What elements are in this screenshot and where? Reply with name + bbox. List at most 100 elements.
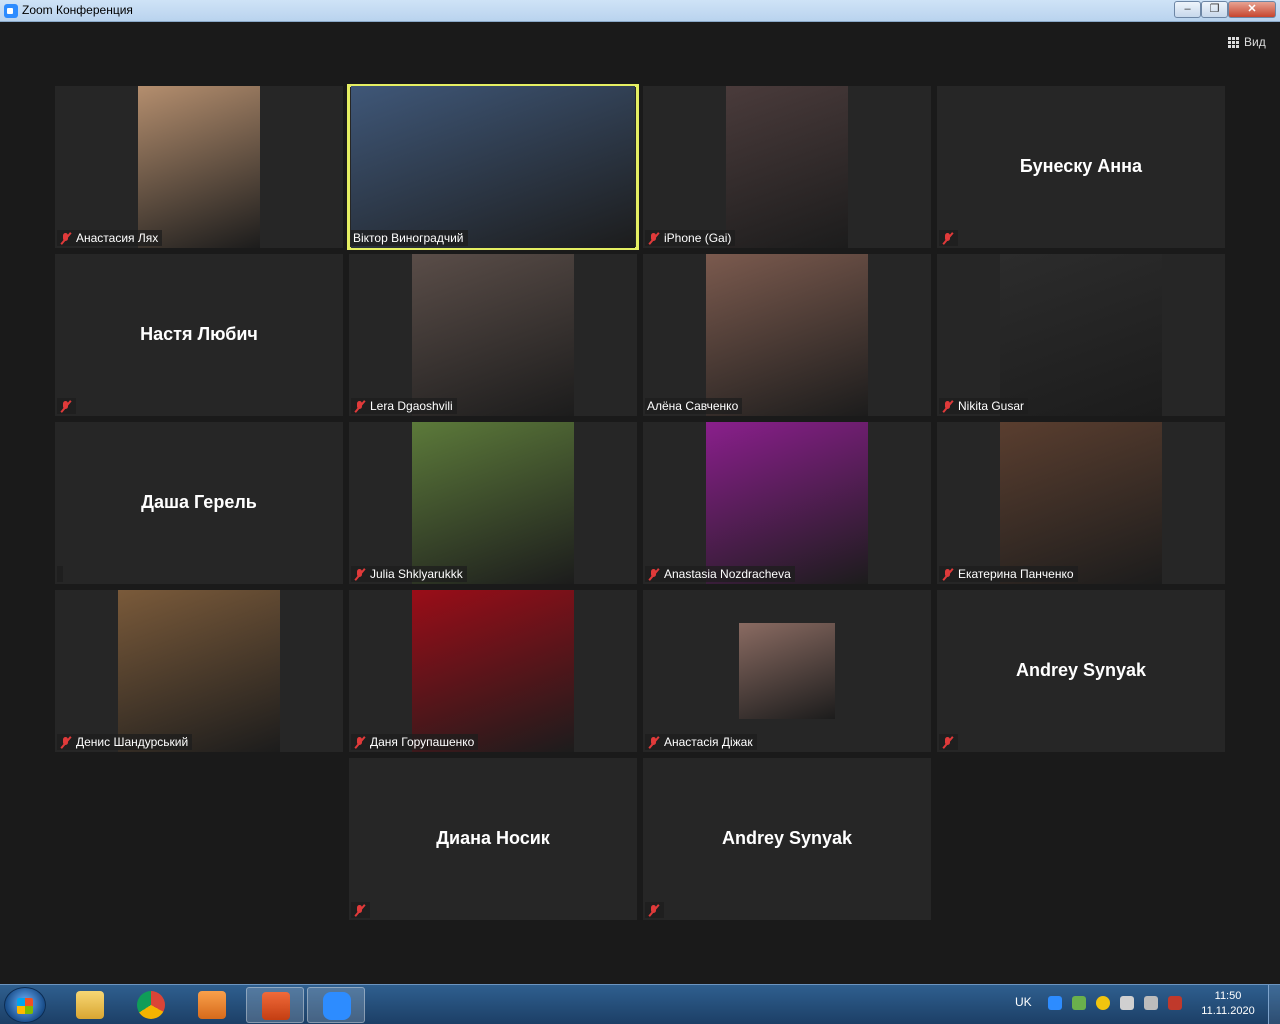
participant-tile[interactable]: Віктор Виноградчий	[347, 84, 639, 250]
media-player-taskbar-button[interactable]	[183, 987, 241, 1023]
participant-tile[interactable]: Анастасія Діжак	[643, 590, 931, 752]
participant-video	[412, 590, 574, 752]
participant-tile[interactable]: Julia Shklyarukkk	[349, 422, 637, 584]
media-player-icon	[198, 991, 226, 1019]
participant-label: Lera Dgaoshvili	[351, 398, 457, 414]
powerpoint-taskbar-button[interactable]	[246, 987, 304, 1023]
action-center-icon[interactable]	[1168, 996, 1182, 1010]
participant-label	[939, 230, 958, 246]
chrome-icon	[137, 991, 165, 1019]
participant-label	[57, 398, 76, 414]
participant-label: Julia Shklyarukkk	[351, 566, 467, 582]
maximize-button[interactable]: ❐	[1201, 1, 1228, 18]
clock[interactable]: 11:50 11.11.2020	[1198, 989, 1258, 1019]
mic-muted-icon	[59, 736, 72, 749]
show-desktop-button[interactable]	[1268, 985, 1280, 1024]
participant-label: Anastasia Nozdracheva	[645, 566, 795, 582]
zoom-tray-icon[interactable]	[1048, 996, 1062, 1010]
participant-video	[1000, 422, 1162, 584]
participant-video	[726, 86, 848, 248]
chrome-taskbar-button[interactable]	[122, 987, 180, 1023]
clock-time: 11:50	[1214, 990, 1242, 1002]
participant-name: Даня Горупашенко	[370, 735, 475, 749]
participant-tile[interactable]: iPhone (Gai)	[643, 86, 931, 248]
participant-tile[interactable]: Екатерина Панченко	[937, 422, 1225, 584]
participant-name: Nikita Gusar	[958, 399, 1025, 413]
participant-tile[interactable]: Денис Шандурський	[55, 590, 343, 752]
participant-label	[57, 566, 63, 582]
participant-video	[1000, 254, 1162, 416]
participant-name: iPhone (Gai)	[664, 231, 732, 245]
participant-label: Віктор Виноградчий	[351, 230, 468, 246]
participant-label	[939, 734, 958, 750]
mic-muted-icon	[353, 904, 366, 917]
start-button[interactable]	[4, 987, 46, 1023]
participant-name: Алёна Савченко	[647, 399, 739, 413]
clock-date: 11.11.2020	[1201, 1005, 1255, 1017]
participant-video	[351, 86, 635, 248]
mic-muted-icon	[59, 400, 72, 413]
mic-muted-icon	[647, 904, 660, 917]
participant-name-large: Даша Герель	[141, 492, 257, 512]
mic-muted-icon	[941, 400, 954, 413]
zoom-taskbar-button[interactable]	[307, 987, 365, 1023]
view-label: Вид	[1244, 35, 1266, 49]
taskbar	[0, 984, 1280, 1024]
participant-tile[interactable]: Диана Носик	[349, 758, 637, 920]
close-button[interactable]: ✕	[1228, 1, 1276, 18]
mic-muted-icon	[353, 736, 366, 749]
participant-name: Anastasia Nozdracheva	[664, 567, 791, 581]
participant-video	[706, 422, 868, 584]
participant-label: iPhone (Gai)	[645, 230, 736, 246]
participant-tile[interactable]: Алёна Савченко	[643, 254, 931, 416]
participant-name: Julia Shklyarukkk	[370, 567, 463, 581]
view-button[interactable]: Вид	[1228, 33, 1266, 51]
minimize-button[interactable]: ‒	[1174, 1, 1201, 18]
volume-icon[interactable]	[1120, 996, 1134, 1010]
mic-muted-icon	[941, 568, 954, 581]
participant-video	[118, 590, 280, 752]
participant-name-large: Диана Носик	[436, 828, 550, 848]
participant-name: Віктор Виноградчий	[353, 231, 464, 245]
mic-muted-icon	[647, 568, 660, 581]
participant-tile[interactable]: Andrey Synyak	[937, 590, 1225, 752]
participant-label: Анастасія Діжак	[645, 734, 757, 750]
participant-tile[interactable]: Anastasia Nozdracheva	[643, 422, 931, 584]
language-indicator[interactable]: UK	[1015, 995, 1032, 1009]
security-tray-icon[interactable]	[1072, 996, 1086, 1010]
participant-label: Алёна Савченко	[645, 398, 743, 414]
participant-label: Анастасия Лях	[57, 230, 163, 246]
mic-muted-icon	[941, 736, 954, 749]
participant-label: Денис Шандурський	[57, 734, 193, 750]
participant-tile[interactable]: Настя Любич	[55, 254, 343, 416]
grid-icon	[1228, 36, 1239, 48]
participant-tile[interactable]: Бунеску Анна	[937, 86, 1225, 248]
participant-video	[739, 623, 835, 719]
participant-tile[interactable]: Lera Dgaoshvili	[349, 254, 637, 416]
powerpoint-icon	[262, 992, 290, 1020]
zoom-icon	[323, 992, 351, 1020]
participant-name: Анастасія Діжак	[664, 735, 753, 749]
participant-name: Lera Dgaoshvili	[370, 399, 453, 413]
title-bar: Zoom Конференция ‒ ❐ ✕	[0, 0, 1280, 22]
participant-tile[interactable]: Даня Горупашенко	[349, 590, 637, 752]
mic-muted-icon	[941, 232, 954, 245]
participant-tile[interactable]: Nikita Gusar	[937, 254, 1225, 416]
participant-video	[706, 254, 868, 416]
network-icon[interactable]	[1144, 996, 1158, 1010]
participant-tile[interactable]: Даша Герель	[55, 422, 343, 584]
participant-video	[412, 422, 574, 584]
folder-icon	[76, 991, 104, 1019]
participant-label	[351, 902, 370, 918]
window-title: Zoom Конференция	[22, 3, 133, 17]
explorer-taskbar-button[interactable]	[61, 987, 119, 1023]
mic-muted-icon	[647, 232, 660, 245]
participant-video	[412, 254, 574, 416]
participant-tile[interactable]: Анастасия Лях	[55, 86, 343, 248]
update-tray-icon[interactable]	[1096, 996, 1110, 1010]
participant-name-large: Andrey Synyak	[721, 828, 853, 848]
participant-name-large: Andrey Synyak	[1015, 660, 1147, 680]
participant-label: Даня Горупашенко	[351, 734, 479, 750]
participant-tile[interactable]: Andrey Synyak	[643, 758, 931, 920]
participant-label: Екатерина Панченко	[939, 566, 1078, 582]
